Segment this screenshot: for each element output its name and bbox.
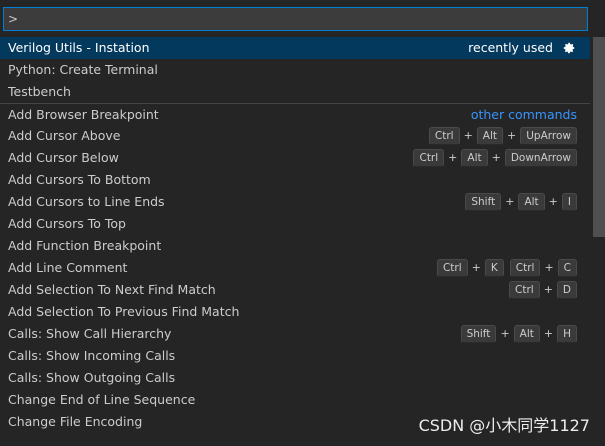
keybinding: Ctrl + Alt + DownArrow: [413, 147, 577, 169]
list-item[interactable]: Add Cursors To Top: [0, 213, 590, 235]
key-plus: +: [500, 327, 510, 340]
keybinding: Ctrl + D: [509, 279, 577, 301]
list-item[interactable]: Verilog Utils - Instation recently used: [0, 37, 590, 59]
key-cap: Ctrl: [509, 259, 541, 277]
key-plus: +: [507, 129, 517, 142]
command-label: Testbench: [8, 84, 71, 99]
command-input[interactable]: [4, 8, 587, 30]
list-item[interactable]: Add Line Comment Ctrl + K Ctrl + C: [0, 257, 590, 279]
key-cap: Ctrl: [413, 149, 445, 167]
key-cap: D: [556, 281, 577, 299]
key-cap: UpArrow: [520, 127, 577, 145]
key-cap: K: [484, 259, 504, 277]
key-cap: H: [557, 325, 577, 343]
command-label: Calls: Show Incoming Calls: [8, 348, 176, 363]
gear-icon[interactable]: [561, 40, 577, 56]
scrollbar-thumb[interactable]: [593, 37, 605, 237]
key-plus: +: [505, 195, 515, 208]
key-cap: Shift: [465, 193, 502, 211]
command-label: Add Function Breakpoint: [8, 238, 162, 253]
recently-used-label: recently used: [468, 40, 553, 55]
command-label: Add Cursors To Bottom: [8, 172, 151, 187]
key-cap: Alt: [461, 149, 488, 167]
list-item[interactable]: Calls: Show Outgoing Calls: [0, 367, 590, 389]
key-plus: +: [544, 261, 554, 274]
key-plus: +: [471, 261, 481, 274]
other-commands-label: other commands: [470, 106, 577, 122]
list-item[interactable]: Change End of Line Sequence: [0, 389, 590, 411]
command-label: Add Cursor Above: [8, 128, 121, 143]
key-cap: I: [561, 193, 577, 211]
key-cap: Alt: [518, 193, 545, 211]
key-cap: Ctrl: [509, 281, 540, 299]
key-cap: Ctrl: [436, 259, 468, 277]
keybinding: Shift + Alt + I: [465, 191, 577, 213]
command-label: Add Cursors To Top: [8, 216, 126, 231]
key-cap: Alt: [476, 127, 504, 145]
key-plus: +: [548, 195, 558, 208]
command-palette: Verilog Utils - Instation recently used Py…: [0, 0, 605, 446]
key-plus: +: [543, 327, 554, 340]
list-item[interactable]: Add Cursors To Bottom: [0, 169, 590, 191]
list-item[interactable]: Calls: Show Call Hierarchy Shift + Alt + H: [0, 323, 590, 345]
command-label: Add Browser Breakpoint: [8, 106, 159, 122]
command-label: Change End of Line Sequence: [8, 392, 196, 407]
command-label: Add Selection To Previous Find Match: [8, 304, 240, 319]
keybinding: Ctrl + K Ctrl + C: [436, 257, 577, 279]
recently-used-group: recently used: [468, 37, 577, 59]
command-label: Calls: Show Outgoing Calls: [8, 370, 176, 385]
list-item[interactable]: Add Function Breakpoint: [0, 235, 590, 257]
list-item[interactable]: Add Selection To Previous Find Match: [0, 301, 590, 323]
list-item[interactable]: Python: Create Terminal: [0, 59, 590, 81]
key-plus: +: [543, 283, 553, 296]
list-item[interactable]: Add Selection To Next Find Match Ctrl + D: [0, 279, 590, 301]
command-input-box[interactable]: [3, 7, 588, 31]
key-plus: +: [448, 151, 458, 164]
key-cap: C: [557, 259, 577, 277]
command-label: Verilog Utils - Instation: [8, 40, 150, 55]
key-cap: DownArrow: [504, 149, 577, 167]
list-item[interactable]: Calls: Show Incoming Calls: [0, 345, 590, 367]
list-item[interactable]: Add Cursor Below Ctrl + Alt + DownArrow: [0, 147, 590, 169]
command-label: Add Cursors to Line Ends: [8, 194, 165, 209]
command-label: Python: Create Terminal: [8, 62, 158, 77]
list-item[interactable]: Testbench: [0, 81, 590, 103]
command-label: Calls: Show Call Hierarchy: [8, 326, 172, 341]
command-list: Verilog Utils - Instation recently used Py…: [0, 37, 590, 433]
keybinding: Shift + Alt + H: [460, 323, 577, 345]
key-cap: Ctrl: [428, 127, 460, 145]
list-item[interactable]: Add Browser Breakpoint other commands: [0, 103, 590, 125]
key-plus: +: [463, 129, 473, 142]
command-label: Change File Encoding: [8, 414, 143, 429]
keybinding: Ctrl + Alt + UpArrow: [428, 125, 577, 147]
list-item[interactable]: Add Cursors to Line Ends Shift + Alt + I: [0, 191, 590, 213]
watermark: CSDN @小木同学1127: [418, 416, 590, 435]
key-cap: Alt: [513, 325, 540, 343]
command-label: Add Selection To Next Find Match: [8, 282, 216, 297]
command-label: Add Line Comment: [8, 260, 128, 275]
key-cap: Shift: [460, 325, 497, 343]
list-item[interactable]: Add Cursor Above Ctrl + Alt + UpArrow: [0, 125, 590, 147]
key-plus: +: [491, 151, 501, 164]
command-label: Add Cursor Below: [8, 150, 119, 165]
